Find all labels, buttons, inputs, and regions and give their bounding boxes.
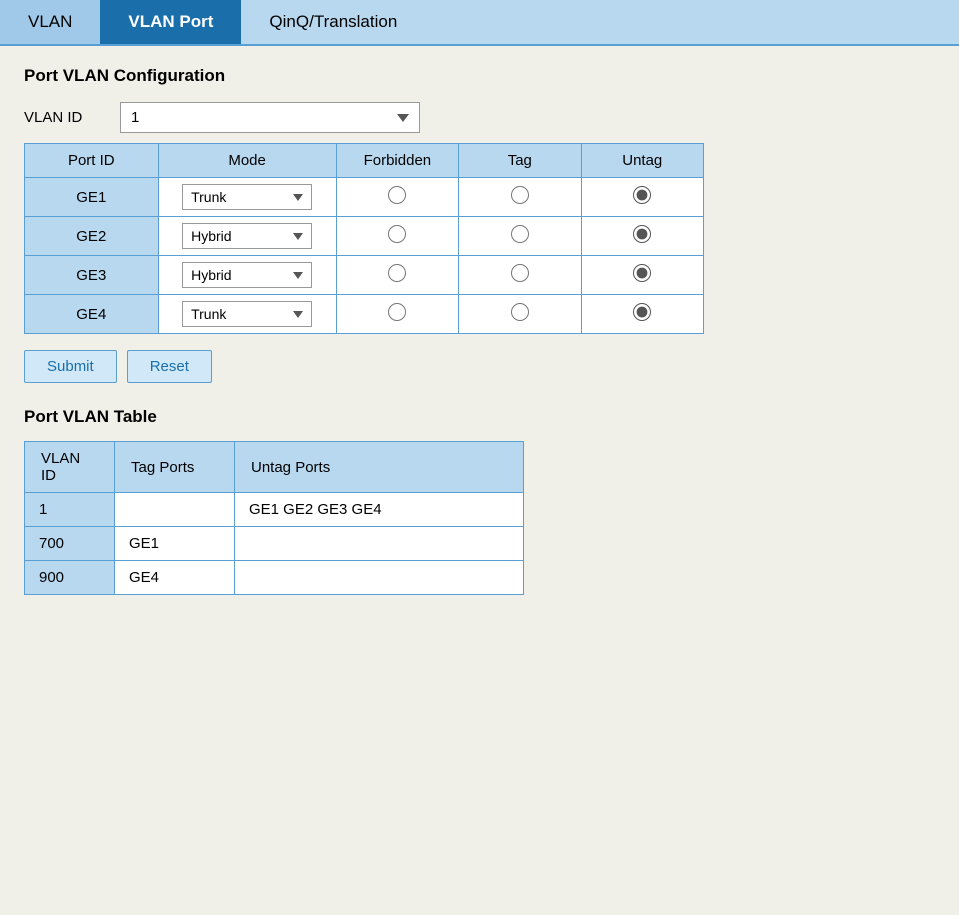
port-id-cell: GE4 [25,295,159,334]
mode-cell: AccessTrunkHybrid [158,295,336,334]
vlan-table-vlanid: 1 [25,493,115,527]
submit-button[interactable]: Submit [24,350,117,383]
tab-vlan-port[interactable]: VLAN Port [100,0,241,44]
mode-select-ge2[interactable]: AccessTrunkHybrid [182,223,312,249]
forbidden-cell-ge3 [336,256,458,295]
tag-cell-ge2 [459,217,581,256]
vlan-table-untagports [235,561,524,595]
tag-radio-ge4[interactable] [511,303,529,321]
untag-cell-ge1 [581,178,703,217]
vlan-table-title: Port VLAN Table [24,407,935,427]
mode-cell: AccessTrunkHybrid [158,178,336,217]
col-header-tag: Tag [459,144,581,178]
vlan-id-label: VLAN ID [24,109,104,126]
col-header-forbidden: Forbidden [336,144,458,178]
main-content: Port VLAN Configuration VLAN ID 1 700 90… [0,46,959,615]
tag-cell-ge4 [459,295,581,334]
config-table: Port ID Mode Forbidden Tag Untag GE1 Acce… [24,143,704,334]
vlan-table-tagports: GE1 [115,527,235,561]
vlan-table-col-untagports: Untag Ports [235,442,524,493]
mode-cell: AccessTrunkHybrid [158,256,336,295]
col-header-untag: Untag [581,144,703,178]
mode-select-ge4[interactable]: AccessTrunkHybrid [182,301,312,327]
forbidden-radio-ge2[interactable] [388,225,406,243]
port-id-cell: GE3 [25,256,159,295]
tag-radio-ge2[interactable] [511,225,529,243]
vlan-table-tagports: GE4 [115,561,235,595]
forbidden-radio-ge4[interactable] [388,303,406,321]
tab-qinq[interactable]: QinQ/Translation [241,0,425,44]
button-row: Submit Reset [24,350,935,383]
untag-radio-ge2[interactable] [633,225,651,243]
forbidden-cell-ge1 [336,178,458,217]
col-header-mode: Mode [158,144,336,178]
untag-cell-ge2 [581,217,703,256]
tag-radio-ge1[interactable] [511,186,529,204]
vlan-table-vlanid: 700 [25,527,115,561]
tab-bar: VLAN VLAN Port QinQ/Translation [0,0,959,46]
vlan-table: VLAN ID Tag Ports Untag Ports 1 GE1 GE2 G… [24,441,524,595]
untag-radio-ge4[interactable] [633,303,651,321]
col-header-port-id: Port ID [25,144,159,178]
tag-radio-ge3[interactable] [511,264,529,282]
mode-cell: AccessTrunkHybrid [158,217,336,256]
config-section-title: Port VLAN Configuration [24,66,935,86]
untag-radio-ge1[interactable] [633,186,651,204]
vlan-table-vlanid: 900 [25,561,115,595]
vlan-table-col-tagports: Tag Ports [115,442,235,493]
reset-button[interactable]: Reset [127,350,212,383]
untag-cell-ge3 [581,256,703,295]
mode-select-ge1[interactable]: AccessTrunkHybrid [182,184,312,210]
vlan-table-untagports: GE1 GE2 GE3 GE4 [235,493,524,527]
tag-cell-ge1 [459,178,581,217]
untag-radio-ge3[interactable] [633,264,651,282]
vlan-table-col-vlanid: VLAN ID [25,442,115,493]
tab-vlan[interactable]: VLAN [0,0,100,44]
forbidden-cell-ge4 [336,295,458,334]
mode-select-ge3[interactable]: AccessTrunkHybrid [182,262,312,288]
forbidden-radio-ge3[interactable] [388,264,406,282]
tag-cell-ge3 [459,256,581,295]
vlan-id-select[interactable]: 1 700 900 [120,102,420,133]
port-id-cell: GE2 [25,217,159,256]
port-id-cell: GE1 [25,178,159,217]
forbidden-radio-ge1[interactable] [388,186,406,204]
vlan-table-untagports [235,527,524,561]
vlan-table-tagports [115,493,235,527]
untag-cell-ge4 [581,295,703,334]
vlan-id-row: VLAN ID 1 700 900 [24,102,935,133]
forbidden-cell-ge2 [336,217,458,256]
